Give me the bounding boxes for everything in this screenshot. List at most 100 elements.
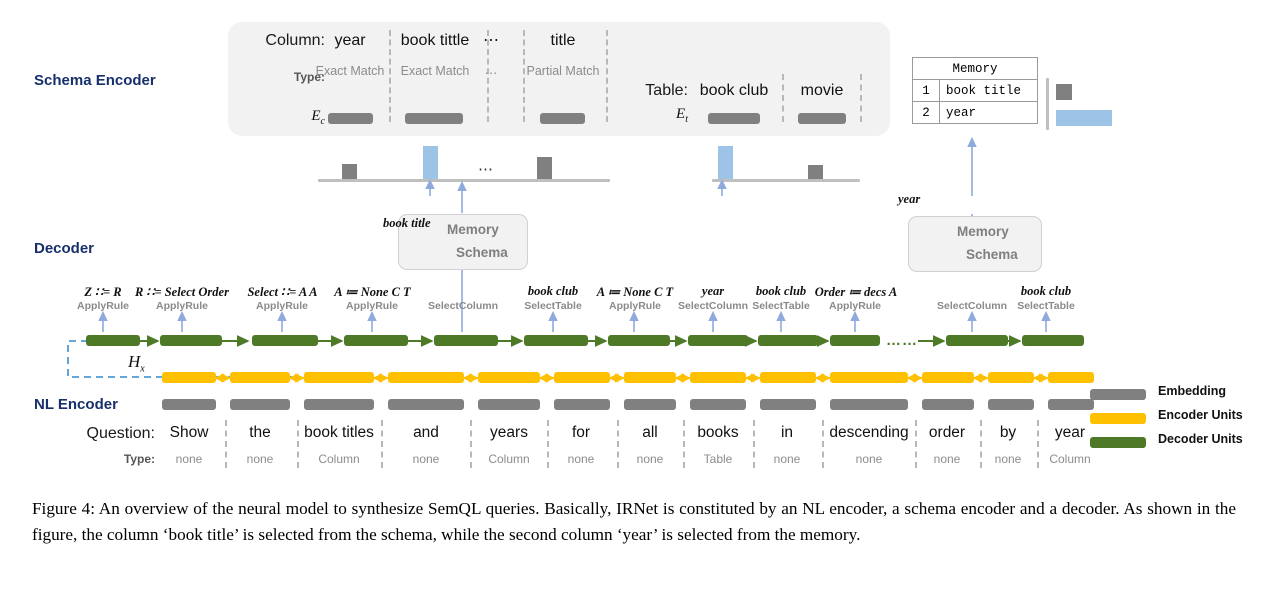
decoder-unit: [434, 335, 498, 346]
question-token: book titles: [304, 424, 374, 441]
legend-swatch-decoder-units: [1090, 437, 1146, 448]
decoder-rule: year: [701, 284, 725, 298]
attention-bar-selected: [423, 146, 438, 182]
question-label: Question:: [86, 425, 155, 442]
decoder-action: ApplyRule: [77, 300, 129, 312]
section-label-nl-encoder: NL Encoder: [34, 396, 118, 413]
encoder-unit: [304, 372, 374, 383]
schema-divider: [606, 30, 608, 122]
question-divider: [470, 420, 472, 468]
decoder-action: ApplyRule: [829, 300, 881, 312]
decoder-action: ApplyRule: [609, 300, 661, 312]
decoder-action: ApplyRule: [256, 300, 308, 312]
encoder-unit: [690, 372, 746, 383]
decoder-unit: [252, 335, 318, 346]
question-divider: [297, 420, 299, 468]
decoder-unit: [608, 335, 670, 346]
decoder-rule: A ≔ None C T: [596, 285, 674, 299]
question-divider: [683, 420, 685, 468]
encoder-unit: [230, 372, 290, 383]
question-token-type: none: [855, 452, 883, 466]
schema-column-ellipsis: ⋯: [483, 32, 499, 49]
decoder-rule: R ∷= Select Order: [135, 285, 229, 299]
token-embedding: [760, 399, 816, 410]
schema-divider: [782, 74, 784, 122]
question-token: in: [780, 424, 794, 441]
token-embedding: [690, 399, 746, 410]
question-token: years: [490, 424, 528, 441]
token-embedding: [988, 399, 1034, 410]
question-token-type: none: [773, 452, 801, 466]
schema-table-label: Table:: [645, 82, 688, 99]
decoder-rule: book club: [527, 284, 579, 298]
question-token-type: none: [567, 452, 595, 466]
encoder-unit: [388, 372, 464, 383]
question-token-type: none: [994, 452, 1022, 466]
legend-label-embedding: Embedding: [1158, 384, 1227, 398]
question-token: for: [571, 424, 591, 441]
schema-column-embedding-pill: [540, 113, 585, 124]
decoder-unit: [688, 335, 748, 346]
question-token: Show: [169, 424, 209, 441]
decoder-rule: A ≔ None C T: [334, 285, 411, 299]
schema-table-name: movie: [800, 82, 844, 99]
encoder-unit: [1048, 372, 1094, 383]
token-embedding: [554, 399, 610, 410]
legend-label-decoder-units: Decoder Units: [1158, 432, 1243, 446]
schema-column-type-ellipsis: ⋯: [484, 66, 498, 80]
memory-attention-bar-selected: [1056, 110, 1112, 126]
memory-attention-chart: [1046, 78, 1112, 130]
token-embedding: [830, 399, 908, 410]
token-embedding: [388, 399, 464, 410]
question-divider: [547, 420, 549, 468]
question-token: all: [642, 424, 658, 441]
decoder-action: SelectColumn: [936, 300, 1007, 312]
memory-table: Memory 1 book title 2 year: [912, 57, 1038, 124]
question-token-type: Column: [1049, 452, 1091, 466]
question-divider: [617, 420, 619, 468]
question-token: order: [928, 424, 966, 441]
memory-table-row[interactable]: 2 year: [912, 101, 1038, 124]
question-token: by: [999, 424, 1017, 441]
decoder-action: SelectTable: [524, 300, 582, 312]
token-embedding: [478, 399, 540, 410]
switch-schema-label: Schema: [456, 245, 508, 260]
token-embedding: [624, 399, 676, 410]
switch-output-label: book title: [383, 216, 431, 230]
decoder-unit: [1022, 335, 1084, 346]
schema-column-type: Exact Match: [315, 64, 385, 78]
decoder-action: SelectColumn: [427, 300, 498, 312]
question-token-type: none: [175, 452, 203, 466]
decoder-unit: [160, 335, 222, 346]
question-token-type: none: [933, 452, 961, 466]
decoder-unit: [830, 335, 880, 346]
schema-column-type: Partial Match: [526, 64, 600, 78]
schema-column-embedding-symbol: Ec: [311, 108, 325, 127]
legend-swatch-embedding: [1090, 389, 1146, 400]
memory-row-index: 1: [912, 79, 940, 102]
encoder-unit: [554, 372, 610, 383]
legend-swatch-encoder-units: [1090, 413, 1146, 424]
decoder-unit: [524, 335, 588, 346]
question-token-type: none: [412, 452, 440, 466]
schema-column-name: year: [334, 32, 366, 49]
encoder-unit: [478, 372, 540, 383]
question-token: and: [413, 424, 439, 441]
memory-attention-axis: [1046, 78, 1049, 130]
decoder-unit: [344, 335, 408, 346]
question-token-type: Table: [703, 452, 733, 466]
encoder-unit: [830, 372, 908, 383]
decoder-action: SelectTable: [752, 300, 810, 312]
figure-root: Schema Encoder Decoder NL Encoder Column…: [0, 0, 1268, 600]
hidden-state-label: Hx: [128, 352, 145, 375]
encoder-unit: [162, 372, 216, 383]
memory-table-header-row: Memory: [912, 57, 1038, 80]
token-embedding: [162, 399, 216, 410]
memory-table-row[interactable]: 1 book title: [912, 79, 1038, 102]
schema-divider: [860, 74, 862, 122]
question-token-type: Column: [488, 452, 530, 466]
column-attention-chart: ⋯: [318, 140, 610, 182]
schema-table-embedding-pill: [798, 113, 846, 124]
memory-row-value: book title: [939, 79, 1038, 102]
schema-column-name: title: [550, 32, 576, 49]
